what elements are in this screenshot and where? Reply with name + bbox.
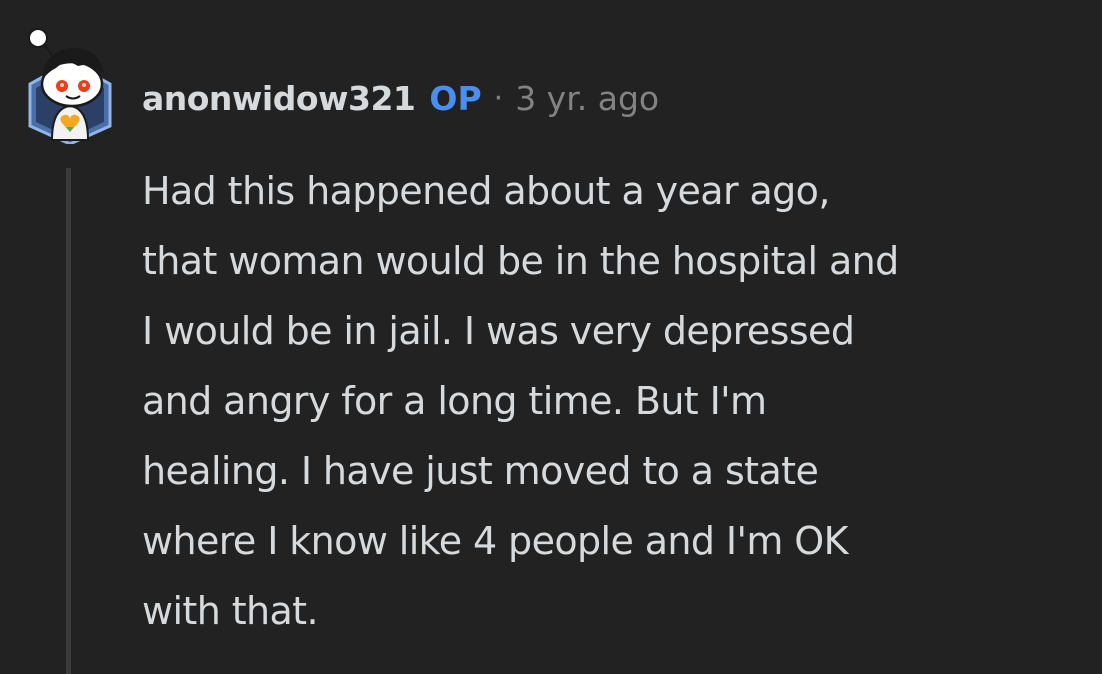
comment-timestamp[interactable]: 3 yr. ago xyxy=(515,79,659,118)
comment-body-line: that woman would be in the hospital and xyxy=(142,239,899,283)
thread-collapse-line[interactable] xyxy=(66,168,71,674)
author-username[interactable]: anonwidow321 xyxy=(142,79,416,118)
comment-body: Had this happened about a year ago, that… xyxy=(142,156,1087,646)
avatar[interactable] xyxy=(22,22,118,146)
comment-body-line: healing. I have just moved to a state xyxy=(142,449,819,493)
meta-separator: · xyxy=(493,80,504,116)
comment-header: anonwidow321 OP · 3 yr. ago xyxy=(142,74,659,122)
comment-body-line: with that. xyxy=(142,589,319,633)
comment: anonwidow321 OP · 3 yr. ago Had this hap… xyxy=(0,0,1102,674)
comment-body-line: and angry for a long time. But I'm xyxy=(142,379,767,423)
op-badge: OP xyxy=(429,78,482,118)
snoo-avatar-icon xyxy=(28,28,112,146)
comment-body-line: Had this happened about a year ago, xyxy=(142,169,830,213)
comment-body-line: where I know like 4 people and I'm OK xyxy=(142,519,848,563)
comment-body-line: I would be in jail. I was very depressed xyxy=(142,309,855,353)
